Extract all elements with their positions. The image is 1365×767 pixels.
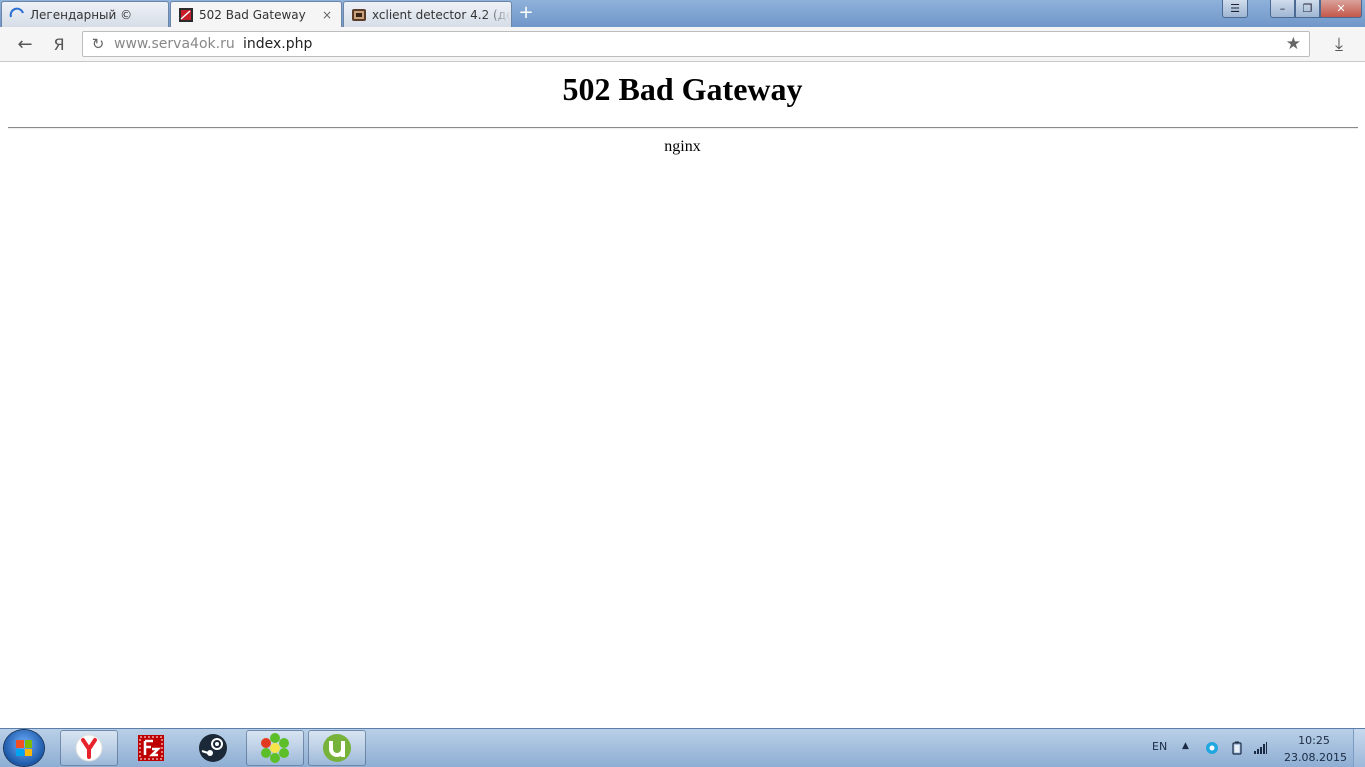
loading-spinner-icon bbox=[9, 7, 24, 17]
taskbar-steam[interactable] bbox=[184, 730, 242, 766]
page-icon bbox=[179, 8, 193, 22]
address-bar[interactable]: ↻ www.serva4ok.ru index.php ★ bbox=[82, 31, 1310, 57]
taskbar-yandex-browser[interactable] bbox=[60, 730, 118, 766]
tab-title: Легендарный © bbox=[30, 7, 133, 22]
address-path: index.php bbox=[243, 36, 313, 52]
taskbar-icq[interactable] bbox=[246, 730, 304, 766]
minimize-button[interactable]: – bbox=[1270, 0, 1295, 18]
reload-icon[interactable]: ↻ bbox=[89, 34, 107, 54]
icq-flower-icon bbox=[261, 733, 289, 763]
show-hidden-icons-button[interactable]: ▲ bbox=[1182, 741, 1189, 751]
tab-502-bad-gateway[interactable]: 502 Bad Gateway × bbox=[170, 1, 342, 28]
restore-button[interactable]: ❐ bbox=[1295, 0, 1320, 18]
downloads-icon[interactable]: ⤓ bbox=[1329, 35, 1349, 55]
tab-xclient-detector[interactable]: xclient detector 4.2 (де bbox=[343, 1, 512, 27]
browser-toolbar: ← Я ↻ www.serva4ok.ru index.php ★ ⤓ bbox=[0, 27, 1365, 62]
tab-title: 502 Bad Gateway bbox=[199, 8, 306, 22]
windows-logo-icon bbox=[16, 740, 32, 756]
battery-icon[interactable] bbox=[1230, 741, 1244, 755]
filezilla-icon bbox=[138, 735, 164, 761]
yandex-browser-icon bbox=[75, 734, 103, 762]
taskbar-filezilla[interactable] bbox=[122, 730, 180, 766]
server-name: nginx bbox=[664, 138, 701, 155]
close-tab-icon[interactable]: × bbox=[319, 8, 335, 22]
page-title: 502 Bad Gateway bbox=[562, 71, 803, 107]
browser-menu-button[interactable]: ☰ bbox=[1222, 0, 1248, 18]
tab-legendary[interactable]: Легендарный © bbox=[1, 1, 169, 27]
yandex-logo-icon[interactable]: Я bbox=[49, 35, 69, 55]
clock-date[interactable]: 23.08.2015 bbox=[1284, 751, 1347, 764]
page-content: 502 Bad Gateway nginx bbox=[0, 62, 1365, 728]
bookmark-star-icon[interactable]: ★ bbox=[1286, 34, 1301, 54]
close-window-button[interactable]: ✕ bbox=[1320, 0, 1362, 18]
taskbar-utorrent[interactable] bbox=[308, 730, 366, 766]
utorrent-icon bbox=[323, 734, 351, 762]
tab-title: xclient detector 4.2 (де bbox=[372, 7, 511, 22]
network-signal-icon[interactable] bbox=[1252, 741, 1268, 755]
tab-strip: Легендарный © 502 Bad Gateway × xclient … bbox=[0, 0, 1365, 28]
divider bbox=[8, 127, 1358, 129]
new-tab-button[interactable]: + bbox=[516, 4, 536, 22]
start-button[interactable] bbox=[4, 730, 44, 766]
back-button[interactable]: ← bbox=[15, 35, 35, 55]
steam-icon bbox=[199, 734, 227, 762]
address-domain: www.serva4ok.ru bbox=[114, 36, 235, 52]
page-icon bbox=[352, 8, 366, 21]
taskbar: EN ▲ 10:25 23.08.2015 bbox=[0, 728, 1365, 767]
input-language[interactable]: EN bbox=[1152, 740, 1167, 753]
clock-time[interactable]: 10:25 bbox=[1284, 734, 1344, 747]
show-desktop-button[interactable] bbox=[1353, 729, 1365, 767]
tray-app-icon[interactable] bbox=[1205, 741, 1219, 755]
